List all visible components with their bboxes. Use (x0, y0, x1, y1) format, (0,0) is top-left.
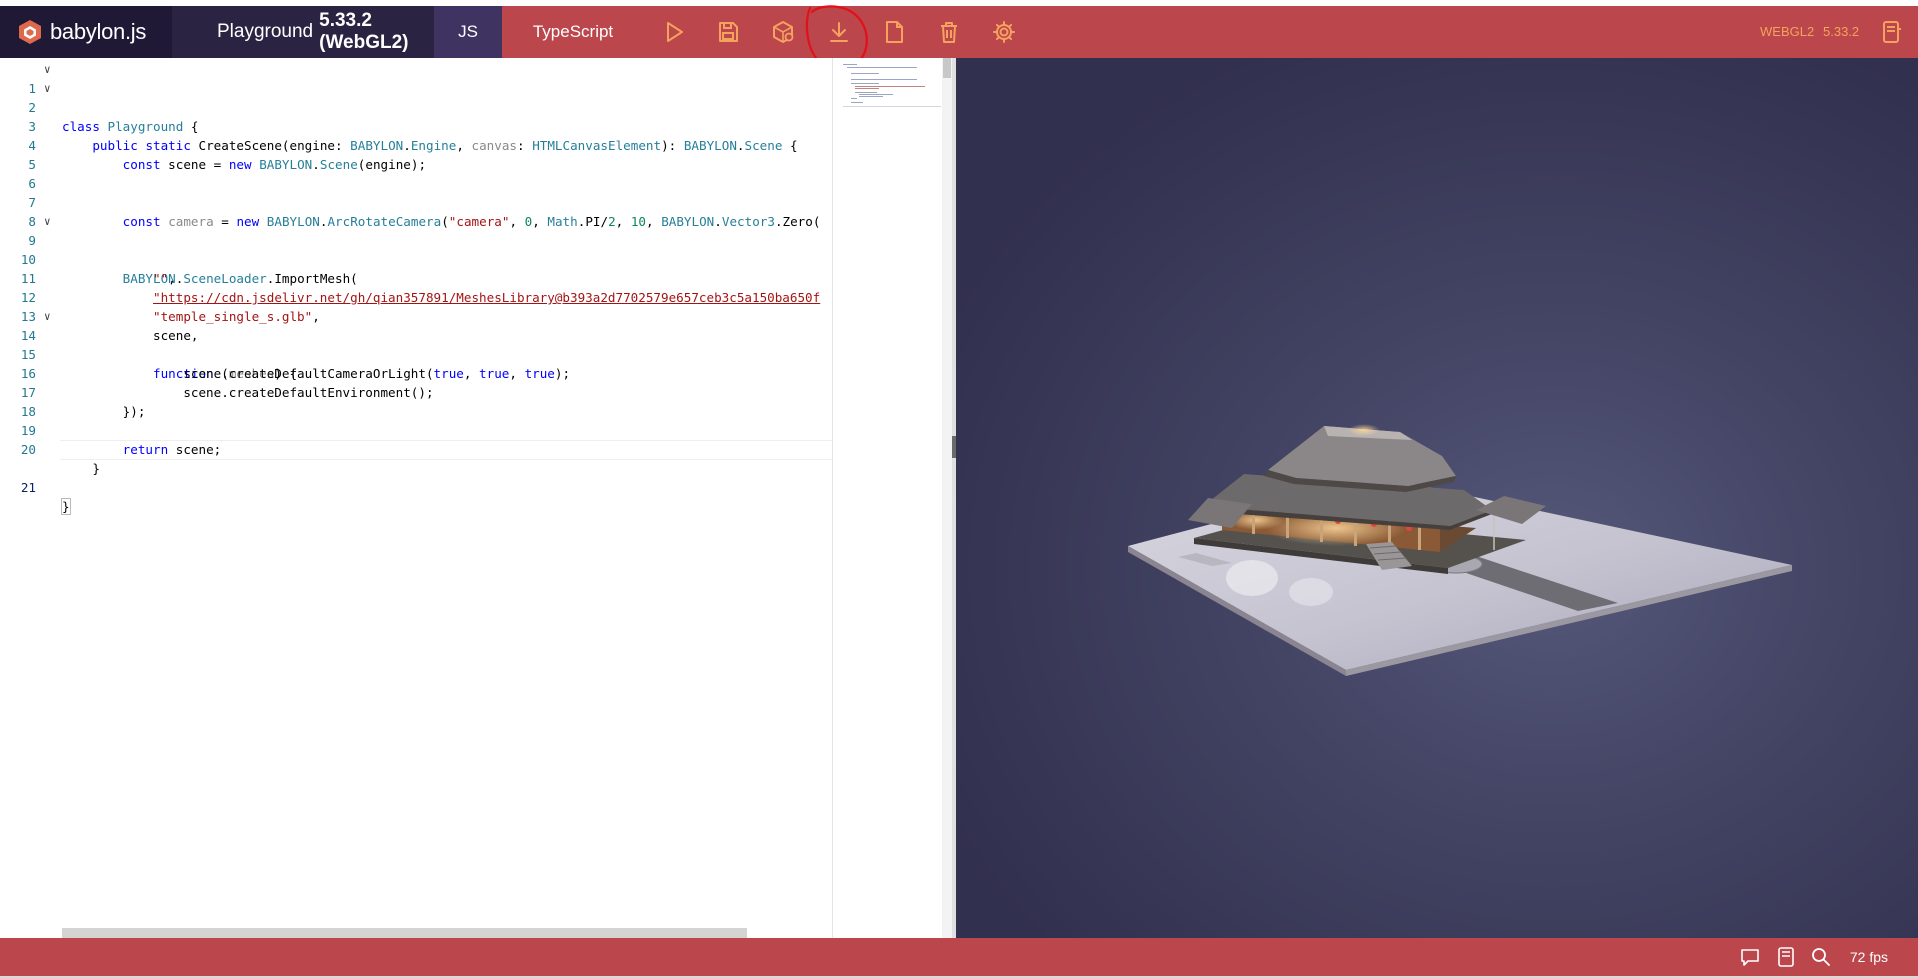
playground-version: 5.33.2 (WebGL2) (319, 10, 409, 53)
code-line[interactable]: 6 (0, 155, 832, 191)
save-button[interactable] (715, 19, 741, 45)
examples-icon (1883, 21, 1901, 43)
search-icon[interactable] (1810, 946, 1832, 968)
code-line[interactable]: 13 scene, (0, 288, 832, 343)
fold-chevron-icon[interactable]: ∨ (44, 212, 58, 231)
render-canvas[interactable] (956, 58, 1918, 938)
run-button[interactable] (661, 19, 687, 45)
babylon-logo-icon (19, 20, 41, 44)
code-text: } (62, 461, 100, 476)
top-toolbar: babylon.js Playground 5.33.2 (WebGL2) JS… (0, 6, 1918, 58)
code-line[interactable]: 9 ∨ BABYLON.SceneLoader.ImportMesh( (0, 212, 832, 286)
code-line[interactable]: 5 (0, 136, 832, 172)
current-line-highlight (60, 440, 832, 460)
playground-title-prefix: Playground (217, 21, 314, 42)
code-line[interactable]: 15 scene.createDefaultCameraOrLight(true… (0, 326, 832, 381)
code-editor[interactable]: 1 ∨ class Playground { 2 ∨ public static… (0, 58, 832, 938)
code-text: } (61, 498, 71, 515)
inspector-icon (773, 21, 794, 43)
status-bar: 72 fps (0, 938, 1918, 976)
code-line[interactable]: 8 (0, 193, 832, 229)
fps-counter: 72 fps (1849, 949, 1888, 965)
inspector-button[interactable] (770, 19, 796, 45)
fold-chevron-icon[interactable]: ∨ (44, 60, 58, 79)
scrollbar-thumb[interactable] (943, 58, 951, 78)
fold-chevron-icon[interactable]: ∨ (44, 307, 58, 326)
engine-label[interactable]: WEBGL2 (1760, 6, 1814, 58)
playground-title: Playground 5.33.2 (WebGL2) (172, 6, 434, 58)
settings-button[interactable] (991, 19, 1017, 45)
code-line[interactable]: 4 const scene = new BABYLON.Scene(engine… (0, 117, 832, 172)
tab-typescript[interactable]: TypeScript (502, 6, 644, 58)
play-icon (667, 22, 683, 42)
code-line[interactable]: 3 (0, 98, 832, 134)
code-line[interactable]: 2 ∨ public static CreateScene(engine: BA… (0, 79, 832, 153)
gear-icon (993, 21, 1015, 43)
docs-icon[interactable] (1775, 946, 1797, 968)
tab-js[interactable]: JS (434, 6, 502, 58)
examples-button[interactable] (1878, 19, 1904, 45)
brand-name: babylon.js (50, 19, 147, 44)
code-line[interactable]: 14 ∨ function (meshes) { (0, 307, 832, 381)
download-button[interactable] (826, 19, 852, 45)
clear-button[interactable] (936, 19, 962, 45)
code-line[interactable]: 12 "temple_single_s.glb", (0, 269, 832, 324)
download-icon (830, 22, 848, 42)
code-line[interactable]: 18 (0, 383, 832, 419)
code-line[interactable]: 1 ∨ class Playground { (0, 60, 832, 134)
code-line[interactable]: 16 scene.createDefaultEnvironment(); (0, 345, 832, 400)
code-minimap[interactable] (832, 58, 943, 938)
code-line[interactable]: 20 } (0, 421, 832, 476)
horizontal-scrollbar[interactable] (62, 928, 747, 938)
feedback-icon[interactable] (1739, 946, 1761, 968)
trash-icon (941, 22, 957, 43)
fold-chevron-icon[interactable]: ∨ (44, 79, 58, 98)
save-icon (719, 22, 738, 42)
scene-render (1128, 424, 1792, 676)
new-button[interactable] (881, 19, 907, 45)
vertical-scrollbar[interactable] (942, 58, 952, 938)
new-file-icon (886, 21, 903, 43)
brand-logo[interactable]: babylon.js (0, 6, 172, 58)
version-label[interactable]: 5.33.2 (1823, 6, 1859, 58)
line-number: 21 (20, 480, 36, 495)
code-line[interactable]: 10 "", (0, 231, 832, 286)
code-line[interactable]: 17 }); (0, 364, 832, 419)
code-line[interactable]: 11 "https://cdn.jsdelivr.net/gh/qian3578… (0, 250, 832, 305)
code-line-current[interactable]: 21 } (0, 440, 832, 515)
code-line[interactable]: 19 return scene; (0, 402, 832, 457)
code-line[interactable]: 7 const camera = new BABYLON.ArcRotateCa… (0, 174, 832, 229)
